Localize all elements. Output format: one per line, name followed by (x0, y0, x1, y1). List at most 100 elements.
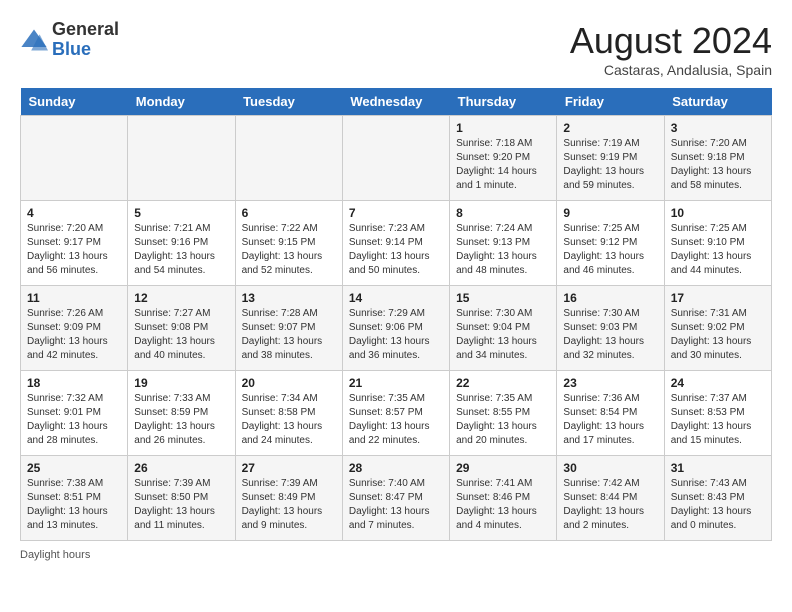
calendar-cell (342, 116, 449, 201)
day-number: 18 (27, 376, 121, 390)
day-info: Sunrise: 7:36 AM Sunset: 8:54 PM Dayligh… (563, 392, 657, 448)
day-info: Sunrise: 7:23 AM Sunset: 9:14 PM Dayligh… (349, 222, 443, 278)
day-info: Sunrise: 7:38 AM Sunset: 8:51 PM Dayligh… (27, 477, 121, 533)
day-header-wednesday: Wednesday (342, 88, 449, 116)
day-info: Sunrise: 7:30 AM Sunset: 9:03 PM Dayligh… (563, 307, 657, 363)
day-number: 17 (671, 291, 765, 305)
day-number: 6 (242, 206, 336, 220)
day-info: Sunrise: 7:30 AM Sunset: 9:04 PM Dayligh… (456, 307, 550, 363)
day-info: Sunrise: 7:42 AM Sunset: 8:44 PM Dayligh… (563, 477, 657, 533)
calendar-cell: 18Sunrise: 7:32 AM Sunset: 9:01 PM Dayli… (21, 371, 128, 456)
calendar-cell: 15 Sunrise: 7:30 AM Sunset: 9:04 PM Dayli… (450, 286, 557, 371)
day-info: Sunrise: 7:35 AM Sunset: 8:55 PM Dayligh… (456, 392, 550, 448)
calendar-cell: 24Sunrise: 7:37 AM Sunset: 8:53 PM Dayli… (664, 371, 771, 456)
day-header-monday: Monday (128, 88, 235, 116)
calendar-cell: 9Sunrise: 7:25 AM Sunset: 9:12 PM Daylig… (557, 201, 664, 286)
day-number: 22 (456, 376, 550, 390)
day-number: 26 (134, 461, 228, 475)
day-number: 15 (456, 291, 550, 305)
day-number: 19 (134, 376, 228, 390)
calendar-cell: 5Sunrise: 7:21 AM Sunset: 9:16 PM Daylig… (128, 201, 235, 286)
week-row-3: 11 Sunrise: 7:26 AM Sunset: 9:09 PM Dayli… (21, 286, 772, 371)
day-info: Sunrise: 7:28 AM Sunset: 9:07 PM Dayligh… (242, 307, 336, 363)
day-header-thursday: Thursday (450, 88, 557, 116)
logo: General Blue (20, 20, 119, 60)
calendar-cell: 30 Sunrise: 7:42 AM Sunset: 8:44 PM Dayli… (557, 456, 664, 541)
day-number: 28 (349, 461, 443, 475)
calendar-cell (128, 116, 235, 201)
header: General Blue August 2024 Castaras, Andal… (20, 20, 772, 78)
day-number: 20 (242, 376, 336, 390)
day-info: Sunrise: 7:24 AM Sunset: 9:13 PM Dayligh… (456, 222, 550, 278)
calendar-cell (235, 116, 342, 201)
calendar-table: SundayMondayTuesdayWednesdayThursdayFrid… (20, 88, 772, 541)
day-number: 21 (349, 376, 443, 390)
day-number: 23 (563, 376, 657, 390)
calendar-cell: 10 Sunrise: 7:25 AM Sunset: 9:10 PM Dayli… (664, 201, 771, 286)
calendar-cell: 29 Sunrise: 7:41 AM Sunset: 8:46 PM Dayli… (450, 456, 557, 541)
day-headers-row: SundayMondayTuesdayWednesdayThursdayFrid… (21, 88, 772, 116)
logo-blue: Blue (52, 39, 91, 59)
calendar-cell: 19Sunrise: 7:33 AM Sunset: 8:59 PM Dayli… (128, 371, 235, 456)
calendar-cell: 6Sunrise: 7:22 AM Sunset: 9:15 PM Daylig… (235, 201, 342, 286)
week-row-5: 25Sunrise: 7:38 AM Sunset: 8:51 PM Dayli… (21, 456, 772, 541)
day-header-friday: Friday (557, 88, 664, 116)
calendar-cell: 8 Sunrise: 7:24 AM Sunset: 9:13 PM Daylig… (450, 201, 557, 286)
day-info: Sunrise: 7:21 AM Sunset: 9:16 PM Dayligh… (134, 222, 228, 278)
day-number: 16 (563, 291, 657, 305)
location: Castaras, Andalusia, Spain (570, 62, 772, 78)
calendar-cell: 26 Sunrise: 7:39 AM Sunset: 8:50 PM Dayli… (128, 456, 235, 541)
day-info: Sunrise: 7:41 AM Sunset: 8:46 PM Dayligh… (456, 477, 550, 533)
title-area: August 2024 Castaras, Andalusia, Spain (570, 20, 772, 78)
day-info: Sunrise: 7:39 AM Sunset: 8:50 PM Dayligh… (134, 477, 228, 533)
day-info: Sunrise: 7:35 AM Sunset: 8:57 PM Dayligh… (349, 392, 443, 448)
calendar-cell: 28 Sunrise: 7:40 AM Sunset: 8:47 PM Dayli… (342, 456, 449, 541)
calendar-body: 1 Sunrise: 7:18 AM Sunset: 9:20 PM Daylig… (21, 116, 772, 541)
day-number: 31 (671, 461, 765, 475)
day-header-sunday: Sunday (21, 88, 128, 116)
day-number: 11 (27, 291, 121, 305)
day-number: 3 (671, 121, 765, 135)
calendar-cell: 17 Sunrise: 7:31 AM Sunset: 9:02 PM Dayli… (664, 286, 771, 371)
week-row-1: 1 Sunrise: 7:18 AM Sunset: 9:20 PM Daylig… (21, 116, 772, 201)
day-number: 29 (456, 461, 550, 475)
calendar-cell: 16 Sunrise: 7:30 AM Sunset: 9:03 PM Dayli… (557, 286, 664, 371)
logo-general: General (52, 19, 119, 39)
day-info: Sunrise: 7:31 AM Sunset: 9:02 PM Dayligh… (671, 307, 765, 363)
day-info: Sunrise: 7:26 AM Sunset: 9:09 PM Dayligh… (27, 307, 121, 363)
day-info: Sunrise: 7:18 AM Sunset: 9:20 PM Dayligh… (456, 137, 550, 193)
day-header-tuesday: Tuesday (235, 88, 342, 116)
day-number: 24 (671, 376, 765, 390)
day-number: 13 (242, 291, 336, 305)
day-info: Sunrise: 7:20 AM Sunset: 9:18 PM Dayligh… (671, 137, 765, 193)
day-info: Sunrise: 7:40 AM Sunset: 8:47 PM Dayligh… (349, 477, 443, 533)
day-info: Sunrise: 7:29 AM Sunset: 9:06 PM Dayligh… (349, 307, 443, 363)
day-info: Sunrise: 7:19 AM Sunset: 9:19 PM Dayligh… (563, 137, 657, 193)
calendar-cell: 12Sunrise: 7:27 AM Sunset: 9:08 PM Dayli… (128, 286, 235, 371)
logo-text: General Blue (52, 20, 119, 60)
calendar-cell (21, 116, 128, 201)
day-number: 27 (242, 461, 336, 475)
calendar-cell: 27Sunrise: 7:39 AM Sunset: 8:49 PM Dayli… (235, 456, 342, 541)
day-info: Sunrise: 7:20 AM Sunset: 9:17 PM Dayligh… (27, 222, 121, 278)
day-number: 2 (563, 121, 657, 135)
day-number: 30 (563, 461, 657, 475)
day-header-saturday: Saturday (664, 88, 771, 116)
calendar-cell: 13 Sunrise: 7:28 AM Sunset: 9:07 PM Dayli… (235, 286, 342, 371)
calendar-cell: 1 Sunrise: 7:18 AM Sunset: 9:20 PM Daylig… (450, 116, 557, 201)
calendar-cell: 7 Sunrise: 7:23 AM Sunset: 9:14 PM Daylig… (342, 201, 449, 286)
day-info: Sunrise: 7:27 AM Sunset: 9:08 PM Dayligh… (134, 307, 228, 363)
month-year: August 2024 (570, 20, 772, 62)
calendar-cell: 14Sunrise: 7:29 AM Sunset: 9:06 PM Dayli… (342, 286, 449, 371)
day-info: Sunrise: 7:43 AM Sunset: 8:43 PM Dayligh… (671, 477, 765, 533)
calendar-cell: 21 Sunrise: 7:35 AM Sunset: 8:57 PM Dayli… (342, 371, 449, 456)
calendar-cell: 20Sunrise: 7:34 AM Sunset: 8:58 PM Dayli… (235, 371, 342, 456)
day-number: 4 (27, 206, 121, 220)
day-number: 7 (349, 206, 443, 220)
day-number: 10 (671, 206, 765, 220)
calendar-cell: 3 Sunrise: 7:20 AM Sunset: 9:18 PM Daylig… (664, 116, 771, 201)
day-number: 1 (456, 121, 550, 135)
day-number: 8 (456, 206, 550, 220)
day-info: Sunrise: 7:25 AM Sunset: 9:10 PM Dayligh… (671, 222, 765, 278)
calendar-cell: 4 Sunrise: 7:20 AM Sunset: 9:17 PM Daylig… (21, 201, 128, 286)
